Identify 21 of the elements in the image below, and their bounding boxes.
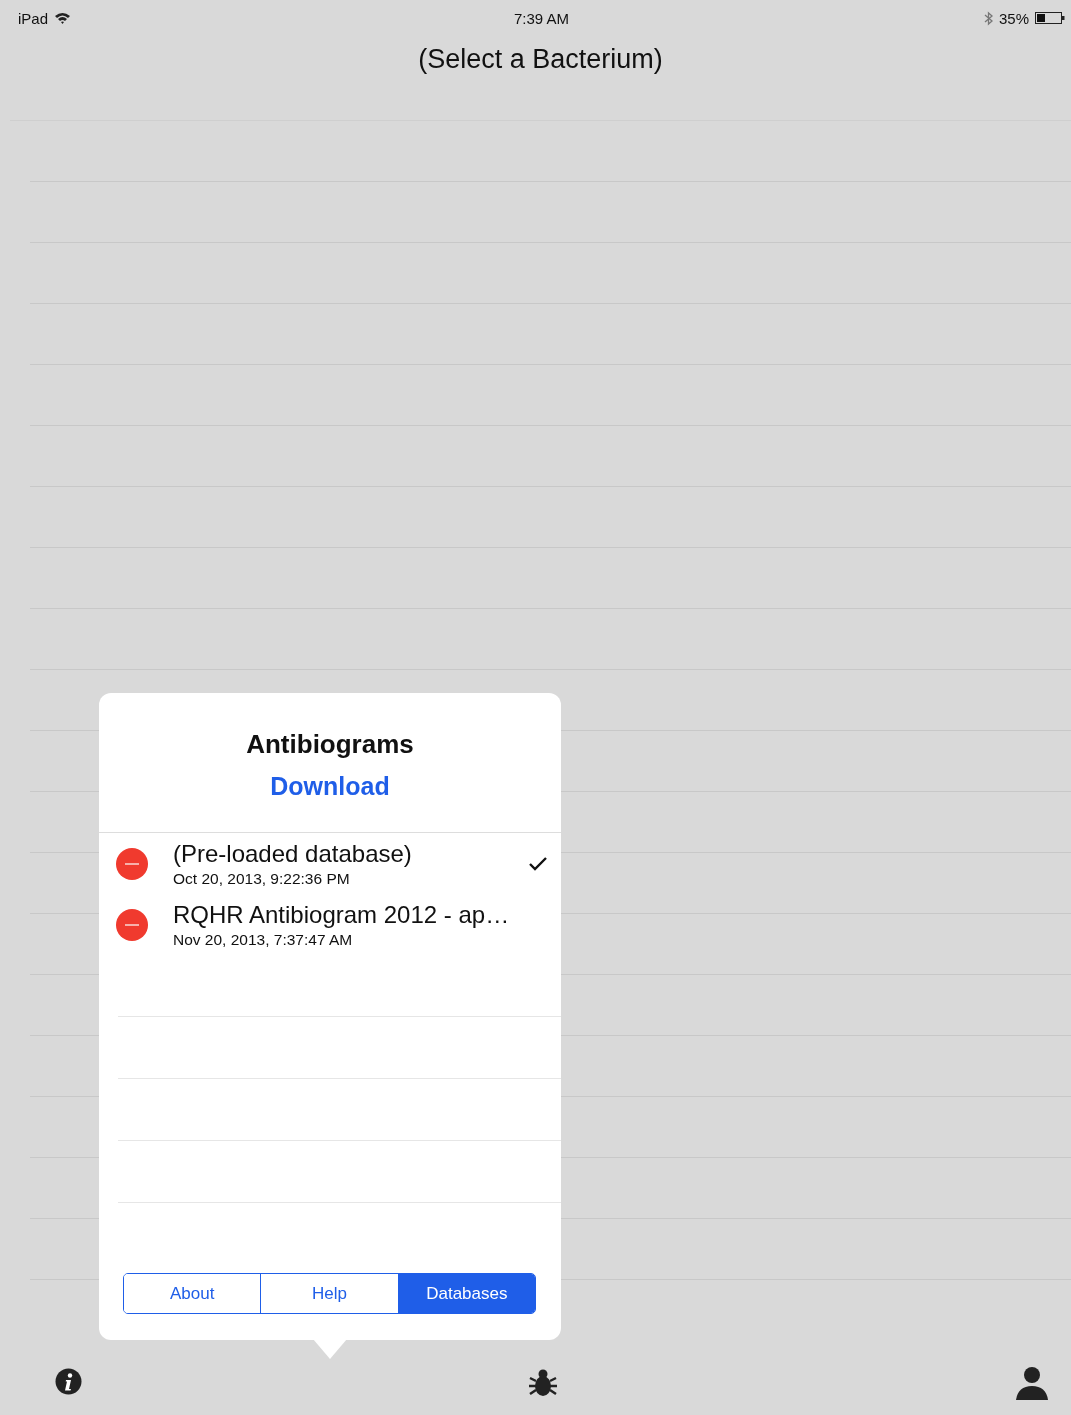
person-icon[interactable] [1014,1366,1050,1400]
bug-icon[interactable] [527,1368,559,1398]
battery-icon [1035,12,1065,24]
wifi-icon [54,12,72,24]
database-date: Oct 20, 2013, 9:22:36 PM [173,869,351,888]
database-row[interactable]: (Pre-loaded database) Oct 20, 2013, 9:22:36 PM [99,833,561,894]
bluetooth-icon [983,10,993,26]
database-date: Nov 20, 2013, 7:37:47 AM [173,930,354,949]
info-icon[interactable] [55,1368,82,1395]
delete-icon[interactable] [116,908,148,941]
database-name: RQHR Antibiogram 2012 - ap… [173,900,511,929]
download-link[interactable]: Download [270,772,390,801]
delete-icon[interactable] [116,847,148,880]
popover-title: Antibiograms [246,729,414,760]
database-name: (Pre-loaded database) [173,839,413,868]
battery-percentage: 35% [998,9,1029,27]
clock: 7:39 AM [513,9,569,27]
database-row[interactable]: RQHR Antibiogram 2012 - ap… Nov 20, 2013, 7:37:47 AM [99,894,561,955]
segment-tab[interactable]: Databases [397,1274,535,1313]
screen-title: (Select a Bacterium) [418,44,663,75]
device-label: iPad [18,9,49,27]
